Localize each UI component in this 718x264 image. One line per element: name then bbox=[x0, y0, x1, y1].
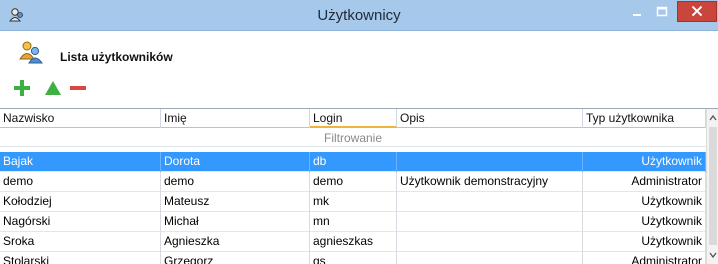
user-type-cell: Użytkownik bbox=[583, 232, 706, 252]
column-header-opis[interactable]: Opis bbox=[397, 109, 583, 128]
login-cell: db bbox=[310, 152, 397, 172]
column-header-typ[interactable]: Typ użytkownika bbox=[583, 109, 706, 128]
close-button[interactable] bbox=[677, 1, 717, 22]
login-cell: mn bbox=[310, 212, 397, 232]
add-user-button[interactable] bbox=[13, 79, 31, 97]
window-titlebar[interactable]: Użytkownicy bbox=[0, 0, 718, 31]
scroll-down-icon[interactable] bbox=[708, 249, 718, 261]
surname-cell: Nagórski bbox=[0, 212, 161, 232]
surname-cell: demo bbox=[0, 172, 161, 192]
column-header-imie[interactable]: Imię bbox=[161, 109, 310, 128]
column-header-login[interactable]: Login bbox=[310, 109, 397, 128]
column-header-nazwisko[interactable]: Nazwisko bbox=[0, 109, 161, 128]
page-header: Lista użytkowników bbox=[0, 31, 718, 75]
firstname-cell: Agnieszka bbox=[161, 232, 310, 252]
surname-cell: Sroka bbox=[0, 232, 161, 252]
login-cell: mk bbox=[310, 192, 397, 212]
surname-cell: Kołodziej bbox=[0, 192, 161, 212]
login-cell: gs bbox=[310, 252, 397, 264]
table-row[interactable]: demo demo demo Użytkownik demonstracyjny Adm… bbox=[0, 172, 706, 192]
vertical-scrollbar[interactable] bbox=[706, 109, 718, 264]
table-row[interactable]: Kołodziej Mateusz mk Użytkownik bbox=[0, 192, 706, 212]
delete-user-button[interactable] bbox=[69, 79, 87, 97]
edit-user-button[interactable] bbox=[44, 79, 62, 97]
scroll-up-icon[interactable] bbox=[708, 112, 718, 124]
firstname-cell: Dorota bbox=[161, 152, 310, 172]
minimize-button[interactable] bbox=[626, 1, 648, 22]
toolbar bbox=[0, 75, 718, 103]
users-table: Nazwisko Imię Login Opis Typ użytkownika… bbox=[0, 108, 718, 264]
description-cell bbox=[397, 152, 583, 172]
table-body: Bajak Dorota db Użytkownik demo demo demo Użytk… bbox=[0, 152, 706, 264]
page-title: Lista użytkowników bbox=[60, 50, 173, 64]
users-icon bbox=[19, 41, 43, 64]
scrollbar-thumb[interactable] bbox=[709, 127, 717, 245]
firstname-cell: Mateusz bbox=[161, 192, 310, 212]
firstname-cell: Grzegorz bbox=[161, 252, 310, 264]
surname-cell: Bajak bbox=[0, 152, 161, 172]
description-cell: Użytkownik demonstracyjny bbox=[397, 172, 583, 192]
login-cell: agnieszkas bbox=[310, 232, 397, 252]
table-row[interactable]: Stolarski Grzegorz gs Administrator bbox=[0, 252, 706, 264]
surname-cell: Stolarski bbox=[0, 252, 161, 264]
maximize-button[interactable] bbox=[649, 1, 675, 22]
firstname-cell: Michał bbox=[161, 212, 310, 232]
firstname-cell: demo bbox=[161, 172, 310, 192]
description-cell bbox=[397, 232, 583, 252]
description-cell bbox=[397, 212, 583, 232]
filter-row[interactable]: Filtrowanie bbox=[0, 129, 706, 147]
user-type-cell: Użytkownik bbox=[583, 152, 706, 172]
user-type-cell: Użytkownik bbox=[583, 192, 706, 212]
window-title: Użytkownicy bbox=[317, 7, 401, 24]
table-row[interactable]: Bajak Dorota db Użytkownik bbox=[0, 152, 706, 172]
user-type-cell: Administrator bbox=[583, 252, 706, 264]
user-type-cell: Użytkownik bbox=[583, 212, 706, 232]
user-type-cell: Administrator bbox=[583, 172, 706, 192]
description-cell bbox=[397, 252, 583, 264]
table-header: Nazwisko Imię Login Opis Typ użytkownika bbox=[0, 109, 706, 128]
table-row[interactable]: Sroka Agnieszka agnieszkas Użytkownik bbox=[0, 232, 706, 252]
login-cell: demo bbox=[310, 172, 397, 192]
table-row[interactable]: Nagórski Michał mn Użytkownik bbox=[0, 212, 706, 232]
description-cell bbox=[397, 192, 583, 212]
